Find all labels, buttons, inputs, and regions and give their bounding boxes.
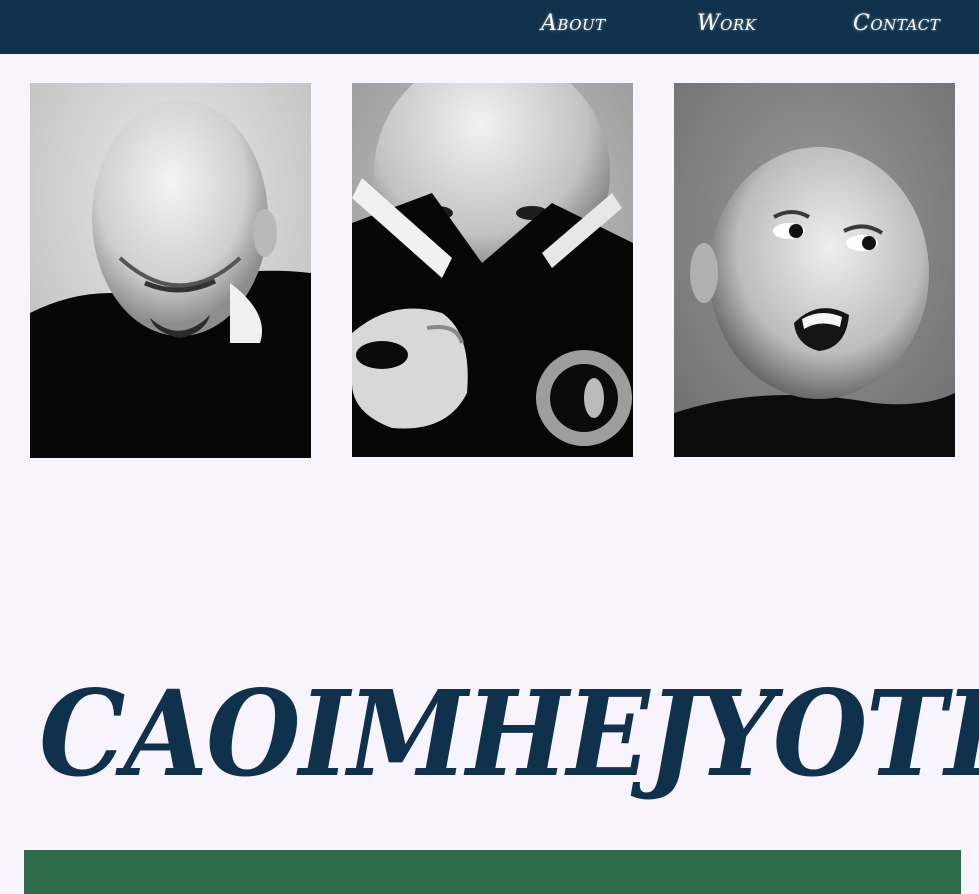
page: About Work Contact CAOIMHEJYOTI (0, 0, 979, 894)
nav-link-contact[interactable]: Contact (853, 11, 940, 36)
portrait-photo-2 (352, 83, 633, 457)
nav-link-work[interactable]: Work (697, 11, 756, 36)
top-navbar: About Work Contact (0, 0, 979, 54)
portrait-photo-3 (674, 83, 955, 457)
portrait-photo-1 (30, 83, 311, 458)
nav-link-about[interactable]: About (541, 11, 606, 36)
site-title: CAOIMHEJYOTI (39, 664, 979, 804)
footer-band (24, 850, 961, 894)
